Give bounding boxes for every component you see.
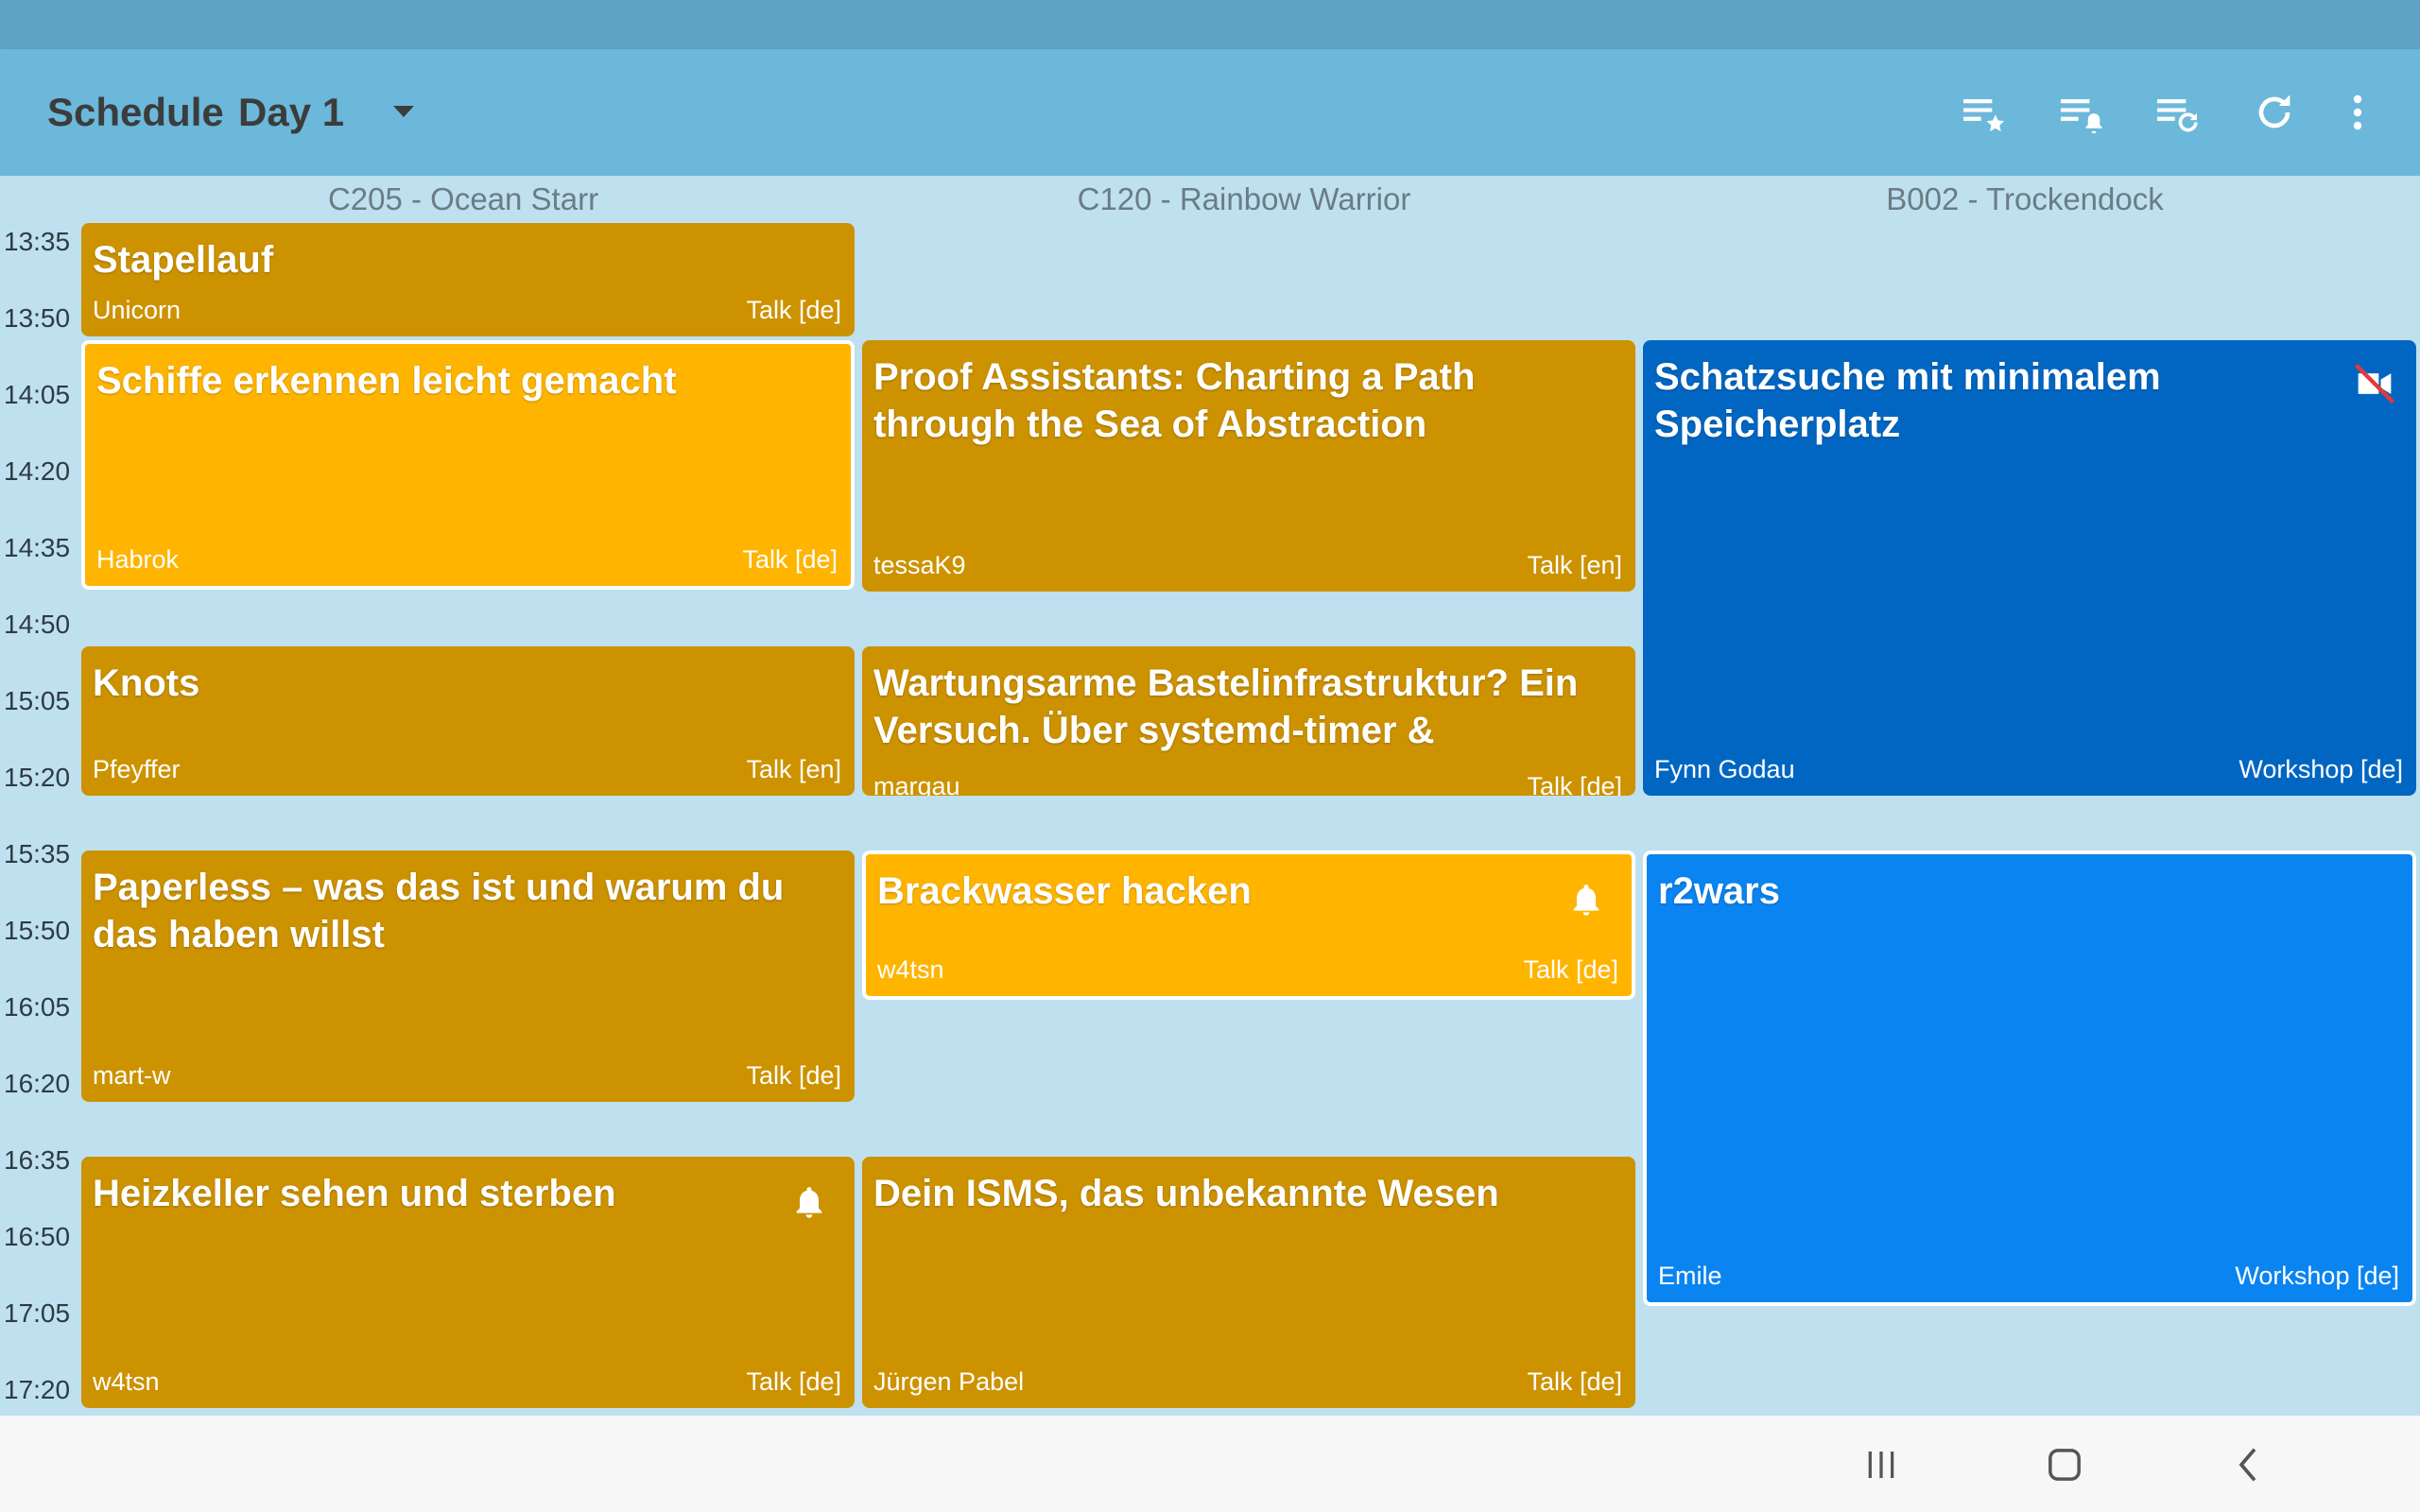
more-vert-icon[interactable] [2331,86,2384,139]
event-type: Talk [de] [746,1061,841,1090]
event-title: r2wars [1658,870,1780,912]
time-label: 13:50 [4,303,71,333]
event-type: Talk [de] [746,1367,841,1396]
bell-icon [1573,885,1599,916]
starred-list-icon[interactable] [1957,86,2010,139]
alarm-list-icon[interactable] [2054,86,2107,139]
event-speaker: Fynn Godau [1654,755,1795,783]
home-icon[interactable] [2038,1438,2091,1491]
room-header-c205: C205 - Ocean Starr [327,181,599,216]
time-label: 16:20 [4,1069,71,1098]
time-label: 15:20 [4,763,71,792]
event-speaker: Pfeyffer [93,755,181,783]
bell-icon [796,1187,822,1218]
time-label: 14:50 [4,610,71,639]
app-bar: Schedule Day 1 [0,49,2420,176]
status-bar [0,0,2420,49]
event-card[interactable]: Proof Assistants: Charting a Path throug… [862,340,1635,592]
event-title: Dein ISMS, das unbekannte Wesen [873,1173,1499,1214]
event-type: Workshop [de] [2238,755,2403,783]
time-label: 16:05 [4,992,71,1022]
time-label: 17:20 [4,1375,71,1404]
event-card[interactable]: Schatzsuche mit minimalem Speicherplatz … [1643,340,2416,796]
page-title: Schedule [47,90,224,134]
event-card[interactable]: Stapellauf Unicorn Talk [de] [81,223,855,336]
event-speaker: margau [873,772,960,796]
event-card[interactable]: Wartungsarme Bastelinfrastruktur? Ein Ve… [862,646,1635,796]
event-type: Talk [de] [746,296,841,324]
time-label: 17:05 [4,1298,71,1328]
time-label: 16:35 [4,1145,71,1175]
navigation-bar [0,1416,2420,1512]
event-title: Schatzsuche mit minimalem Speicherplatz [1654,356,2161,445]
event-title: Brackwasser hacken [877,870,1252,912]
event-card[interactable]: r2wars Emile Workshop [de] [1643,850,2416,1306]
change-list-icon[interactable] [2151,86,2204,139]
event-card[interactable]: Brackwasser hacken w4tsn Talk [de] [862,850,1635,1000]
event-card[interactable]: Dein ISMS, das unbekannte Wesen Jürgen P… [862,1157,1635,1408]
back-icon[interactable] [2221,1438,2274,1491]
time-label: 16:50 [4,1222,71,1251]
event-title: Proof Assistants: Charting a Path throug… [873,356,1476,445]
event-card[interactable]: Knots Pfeyffer Talk [en] [81,646,855,796]
event-speaker: mart-w [93,1061,171,1090]
time-label: 14:20 [4,456,71,486]
event-type: Talk [en] [1527,551,1622,579]
time-label: 15:50 [4,916,71,945]
event-type: Talk [en] [746,755,841,783]
event-card[interactable]: Schiffe erkennen leicht gemacht Habrok T… [81,340,855,590]
event-type: Talk [de] [742,545,838,574]
event-speaker: tessaK9 [873,551,966,579]
event-type: Workshop [de] [2235,1262,2399,1290]
event-card[interactable]: Paperless – was das ist und warum du das… [81,850,855,1102]
room-header-c120: C120 - Rainbow Warrior [1077,181,1411,216]
event-speaker: Habrok [96,545,180,574]
event-title: Heizkeller sehen und sterben [93,1173,616,1214]
event-title: Stapellauf [93,239,274,281]
event-speaker: w4tsn [877,955,944,984]
event-type: Talk [de] [1523,955,1618,984]
time-label: 14:35 [4,533,71,562]
event-title: Paperless – was das ist und warum du das… [93,867,785,955]
event-title: Knots [93,662,200,704]
no-video-icon [2354,363,2395,404]
event-card[interactable]: Heizkeller sehen und sterben w4tsn Talk … [81,1157,855,1408]
event-title: Schiffe erkennen leicht gemacht [96,360,677,402]
time-label: 14:05 [4,380,71,409]
event-speaker: w4tsn [93,1367,160,1396]
time-label: 15:05 [4,686,71,715]
room-header-b002: B002 - Trockendock [1886,181,2164,216]
event-title: Wartungsarme Bastelinfrastruktur? Ein Ve… [873,662,1579,758]
recents-icon[interactable] [1855,1438,1908,1491]
dropdown-arrow-icon[interactable] [393,106,414,117]
day-selector[interactable]: Day 1 [238,49,344,176]
event-speaker: Emile [1658,1262,1722,1290]
event-type: Talk [de] [1527,772,1622,796]
event-type: Talk [de] [1527,1367,1622,1396]
refresh-icon[interactable] [2248,86,2301,139]
event-speaker: Unicorn [93,296,182,324]
event-speaker: Jürgen Pabel [873,1367,1025,1396]
time-label: 13:35 [4,227,71,256]
time-label: 15:35 [4,839,71,868]
